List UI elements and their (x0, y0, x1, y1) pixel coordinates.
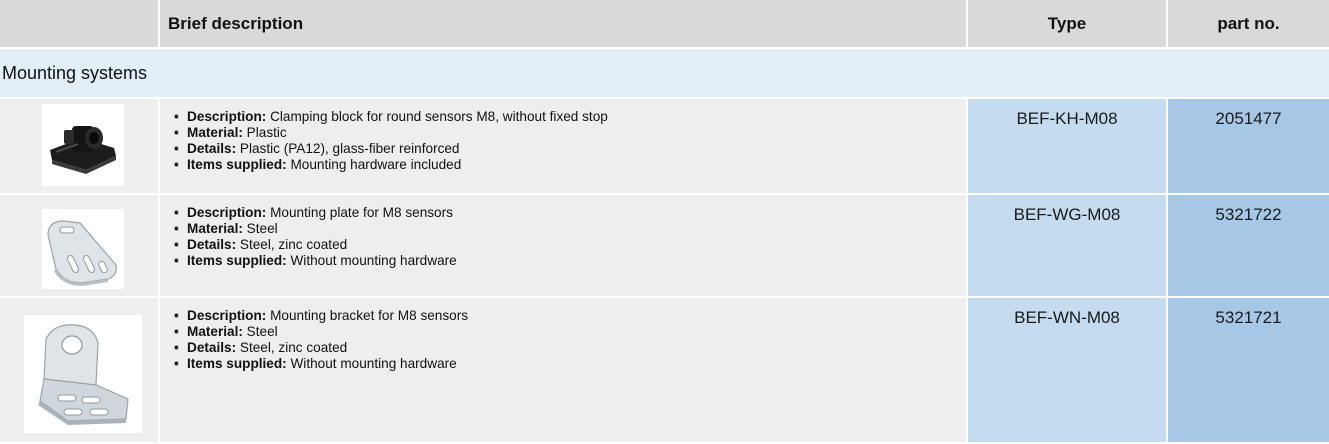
image-cell (0, 298, 158, 442)
list-item: Material: Steel (174, 221, 457, 237)
description-cell: Description: Mounting bracket for M8 sen… (160, 298, 966, 442)
column-divider (158, 0, 160, 47)
table-row: Description: Clamping block for round se… (0, 99, 1329, 193)
list-item: Details: Steel, zinc coated (174, 237, 457, 253)
bullet-label: Items supplied: (187, 157, 287, 172)
table-row: Description: Mounting bracket for M8 sen… (0, 298, 1329, 442)
bullet-text: Steel, zinc coated (236, 237, 348, 252)
type-cell: BEF-WN-M08 (968, 298, 1166, 442)
section-title: Mounting systems (2, 63, 148, 83)
type-value: BEF-WG-M08 (1013, 205, 1121, 224)
bullet-text: Without mounting hardware (286, 356, 457, 371)
bullet-text: Plastic (PA12), glass-fiber reinforced (236, 141, 460, 156)
mounting-plate-photo (42, 209, 124, 289)
type-cell: BEF-KH-M08 (968, 99, 1166, 193)
bullet-label: Details: (187, 237, 237, 252)
bullet-label: Details: (187, 340, 237, 355)
bullet-text: Steel (242, 324, 278, 339)
image-cell (0, 99, 158, 193)
list-item: Details: Steel, zinc coated (174, 340, 468, 356)
description-cell: Description: Clamping block for round se… (160, 99, 966, 193)
bullet-label: Description: (187, 205, 267, 220)
bullet-text: Mounting hardware included (286, 157, 462, 172)
bullet-label: Description: (187, 109, 267, 124)
clamping-block-icon (50, 126, 116, 174)
description-list: Description: Clamping block for round se… (174, 109, 608, 173)
list-item: Material: Plastic (174, 125, 608, 141)
bullet-text: Steel, zinc coated (236, 340, 348, 355)
part-number-value: 5321721 (1215, 308, 1282, 327)
bullet-label: Material: (187, 324, 243, 339)
bullet-label: Details: (187, 141, 237, 156)
part-number-cell: 2051477 (1168, 99, 1329, 193)
bullet-label: Material: (187, 125, 243, 140)
table-row: Description: Mounting plate for M8 senso… (0, 195, 1329, 296)
bullet-text: Steel (242, 221, 278, 236)
list-item: Description: Mounting plate for M8 senso… (174, 205, 457, 221)
part-number-value: 2051477 (1215, 109, 1282, 128)
bullet-text: Clamping block for round sensors M8, wit… (266, 109, 608, 124)
list-item: Details: Plastic (PA12), glass-fiber rei… (174, 141, 608, 157)
clamping-block-photo (42, 104, 124, 186)
list-item: Material: Steel (174, 324, 468, 340)
part-number-value: 5321722 (1215, 205, 1282, 224)
bullet-text: Without mounting hardware (286, 253, 457, 268)
list-item: Items supplied: Without mounting hardwar… (174, 253, 457, 269)
part-number-cell: 5321721 (1168, 298, 1329, 442)
list-item: Items supplied: Without mounting hardwar… (174, 356, 468, 372)
table-header: Brief description Type part no. (0, 0, 1329, 47)
mounting-bracket-photo (24, 315, 142, 433)
image-cell (0, 195, 158, 296)
list-item: Description: Mounting bracket for M8 sen… (174, 308, 468, 324)
bullet-label: Description: (187, 308, 267, 323)
part-number-cell: 5321722 (1168, 195, 1329, 296)
bullet-text: Plastic (242, 125, 287, 140)
list-item: Description: Clamping block for round se… (174, 109, 608, 125)
type-value: BEF-KH-M08 (1016, 109, 1118, 128)
type-cell: BEF-WG-M08 (968, 195, 1166, 296)
bullet-text: Mounting bracket for M8 sensors (266, 308, 469, 323)
header-part-no: part no. (1217, 14, 1280, 33)
mounting-bracket-icon (38, 324, 129, 425)
bullet-label: Items supplied: (187, 253, 287, 268)
list-item: Items supplied: Mounting hardware includ… (174, 157, 608, 173)
description-list: Description: Mounting plate for M8 senso… (174, 205, 457, 269)
bullet-label: Items supplied: (187, 356, 287, 371)
description-cell: Description: Mounting plate for M8 senso… (160, 195, 966, 296)
bullet-label: Material: (187, 221, 243, 236)
section-row: Mounting systems (0, 49, 1329, 97)
type-value: BEF-WN-M08 (1014, 308, 1120, 327)
bullet-text: Mounting plate for M8 sensors (266, 205, 453, 220)
header-type: Type (1047, 14, 1087, 33)
description-list: Description: Mounting bracket for M8 sen… (174, 308, 468, 372)
mounting-plate-icon (47, 220, 117, 286)
header-brief-description: Brief description (168, 14, 304, 33)
